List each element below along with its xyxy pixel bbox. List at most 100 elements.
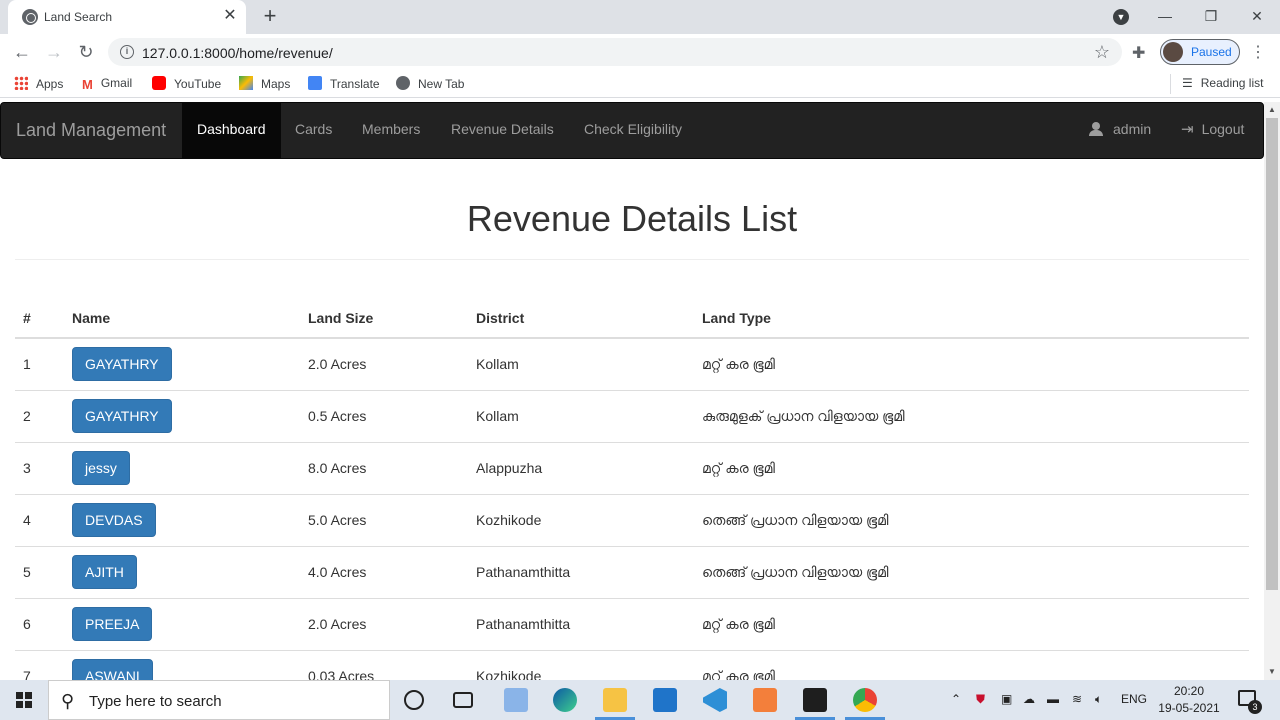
bookmark-maps[interactable]: Maps: [239, 76, 290, 92]
bookmark-apps[interactable]: Apps: [14, 76, 63, 92]
clock[interactable]: 20:20 19-05-2021: [1152, 683, 1226, 717]
time: 20:20: [1173, 684, 1205, 698]
forward-icon[interactable]: →: [42, 40, 66, 64]
notification-center-icon[interactable]: 3: [1238, 690, 1262, 714]
file-explorer-icon[interactable]: [603, 688, 627, 712]
page-scrollbar[interactable]: ▲ ▼: [1264, 102, 1280, 680]
minimize-icon[interactable]: —: [1153, 4, 1177, 28]
info-icon[interactable]: i: [120, 45, 134, 59]
antivirus-icon[interactable]: ⛊: [976, 692, 985, 707]
reload-icon[interactable]: ↻: [74, 40, 98, 64]
vscode-icon[interactable]: [703, 688, 727, 712]
name-cell: GAYATHRY: [64, 389, 300, 442]
browser-menu-icon[interactable]: ⋮: [1250, 42, 1266, 62]
terminal-icon[interactable]: [803, 688, 827, 712]
meet-now-icon[interactable]: ▣: [1001, 692, 1012, 706]
xampp-icon[interactable]: [753, 688, 777, 712]
chrome-icon[interactable]: [853, 688, 877, 712]
bookmark-label: Apps: [36, 77, 64, 91]
name-cell: jessy: [64, 441, 300, 494]
onedrive-icon[interactable]: ☁: [1023, 692, 1035, 706]
nav-revenue-details[interactable]: Revenue Details: [436, 103, 569, 158]
bookmark-gmail[interactable]: M Gmail: [82, 76, 132, 92]
close-tab-icon[interactable]: ✕: [220, 6, 240, 26]
table-row: 1 GAYATHRY 2.0 Acres Kollam മറ്റ് കര ഭൂമ…: [15, 337, 1249, 390]
bookmark-translate[interactable]: Translate: [308, 76, 380, 92]
wifi-icon[interactable]: ≋: [1072, 692, 1082, 706]
taskbar-search[interactable]: ⚲ Type here to search: [48, 680, 390, 720]
reading-list-button[interactable]: ☰ Reading list: [1182, 76, 1263, 90]
district: Kollam: [468, 337, 694, 390]
new-tab-button[interactable]: +: [258, 4, 282, 28]
edge-icon[interactable]: [553, 688, 577, 712]
search-placeholder: Type here to search: [89, 693, 222, 710]
land-size: 4.0 Acres: [300, 545, 468, 598]
show-hidden-icons[interactable]: ⌃: [951, 692, 961, 706]
district: Pathanamthitta: [468, 545, 694, 598]
tab-search-icon[interactable]: ▼: [1113, 9, 1129, 25]
name-cell: PREEJA: [64, 597, 300, 650]
language-indicator[interactable]: ENG: [1121, 692, 1147, 706]
row-number: 2: [15, 389, 64, 442]
name-button[interactable]: DEVDAS: [72, 503, 156, 537]
user-icon: [1089, 122, 1103, 136]
browser-tab[interactable]: Land Search ✕: [8, 0, 246, 34]
bookmark-new-tab[interactable]: New Tab: [396, 76, 464, 92]
bookmarks-bar: Apps M Gmail YouTube Maps Translate New T…: [0, 70, 1280, 98]
scroll-thumb[interactable]: [1266, 118, 1278, 590]
task-view-icon[interactable]: [453, 692, 473, 708]
brand-link[interactable]: Land Management: [16, 120, 166, 141]
name-button[interactable]: GAYATHRY: [72, 399, 172, 433]
youtube-icon: [152, 76, 166, 90]
nav-cards[interactable]: Cards: [280, 103, 347, 158]
district: Kozhikode: [468, 493, 694, 546]
back-icon[interactable]: ←: [10, 40, 34, 64]
land-type: മറ്റ് കര ഭൂമി: [694, 337, 1249, 390]
profile-button[interactable]: Paused: [1160, 39, 1240, 65]
start-button[interactable]: [0, 680, 48, 720]
page-title: Revenue Details List: [466, 198, 798, 239]
extensions-icon[interactable]: ✚: [1132, 43, 1145, 63]
bookmark-star-icon[interactable]: ☆: [1094, 42, 1110, 63]
mail-icon[interactable]: [653, 688, 677, 712]
notification-badge: 3: [1248, 700, 1262, 714]
restore-icon[interactable]: ❐: [1199, 4, 1223, 28]
column-header: Land Size: [300, 296, 468, 339]
name-button[interactable]: ASWANI: [72, 659, 153, 680]
address-bar[interactable]: i 127.0.0.1:8000/home/revenue/ ☆: [108, 38, 1122, 66]
table-row: 6 PREEJA 2.0 Acres Pathanamthitta മറ്റ് …: [15, 597, 1249, 650]
bookmark-label: Translate: [330, 77, 380, 91]
file-pin-icon[interactable]: [504, 688, 528, 712]
land-type: തെങ്ങ് പ്രധാന വിളയായ ഭൂമി: [694, 493, 1249, 546]
land-size: 2.0 Acres: [300, 337, 468, 390]
district: Pathanamthitta: [468, 597, 694, 650]
land-size: 0.5 Acres: [300, 389, 468, 442]
revenue-table: # Name Land Size District Land Type 1 GA…: [15, 296, 1249, 680]
bookmark-label: New Tab: [418, 77, 465, 91]
close-window-icon[interactable]: ✕: [1245, 4, 1269, 28]
row-number: 3: [15, 441, 64, 494]
battery-icon[interactable]: ▬: [1047, 692, 1059, 706]
nav-check-eligibility[interactable]: Check Eligibility: [569, 103, 697, 158]
land-size: 8.0 Acres: [300, 441, 468, 494]
url-text[interactable]: 127.0.0.1:8000/home/revenue/: [142, 45, 333, 61]
cortana-icon[interactable]: [404, 690, 424, 710]
nav-user[interactable]: admin: [1089, 103, 1151, 158]
nav-logout[interactable]: ⇥ Logout: [1181, 103, 1244, 158]
name-button[interactable]: jessy: [72, 451, 130, 485]
name-button[interactable]: AJITH: [72, 555, 137, 589]
scroll-down-icon[interactable]: ▼: [1264, 664, 1280, 680]
bookmark-youtube[interactable]: YouTube: [152, 76, 221, 92]
land-size: 2.0 Acres: [300, 597, 468, 650]
globe-icon: [396, 76, 410, 90]
name-button[interactable]: GAYATHRY: [72, 347, 172, 382]
volume-icon[interactable]: 🔈︎: [1095, 692, 1102, 707]
tab-title: Land Search: [44, 10, 113, 24]
logout-icon: ⇥: [1181, 121, 1194, 138]
name-button[interactable]: PREEJA: [72, 607, 153, 641]
date: 19-05-2021: [1158, 701, 1220, 715]
scroll-up-icon[interactable]: ▲: [1264, 102, 1280, 118]
nav-members[interactable]: Members: [347, 103, 435, 158]
nav-dashboard[interactable]: Dashboard: [182, 103, 281, 158]
bookmark-label: Maps: [261, 77, 291, 91]
